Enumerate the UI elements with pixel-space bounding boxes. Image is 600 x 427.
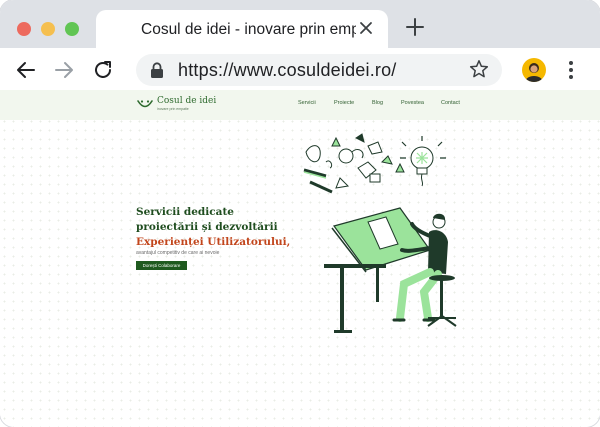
menu-icon[interactable] [566,60,576,80]
nav-servicii[interactable]: Servicii [298,100,316,106]
collaborate-button[interactable]: Dorești Colaborare [136,261,187,270]
tab-strip: Cosul de idei - inovare prin emp [0,0,600,48]
close-window-button[interactable] [17,22,31,36]
site-header: Cosul de idei inovare prin empatie Servi… [0,90,600,120]
logo-name: Cosul de idei [157,96,217,106]
browser-toolbar: https://www.cosuldeidei.ro/ [0,48,600,90]
web-page: Cosul de idei inovare prin empatie Servi… [0,90,600,427]
back-icon[interactable] [15,59,37,81]
basket-icon [137,98,153,110]
tab-active[interactable]: Cosul de idei - inovare prin emp [96,10,388,48]
close-icon[interactable] [356,18,376,38]
url-text[interactable]: https://www.cosuldeidei.ro/ [178,60,397,81]
designer-at-drafting-table-illustration [296,132,462,342]
avatar[interactable] [522,58,546,82]
hero-title-line-2: proiectării și dezvoltării [136,221,278,233]
nav-blog[interactable]: Blog [372,100,383,106]
reload-icon[interactable] [92,59,114,81]
hero-title-line-3: Experienței Utilizatorului, [136,236,291,248]
maximize-window-button[interactable] [65,22,79,36]
nav-contact[interactable]: Contact [441,100,460,106]
forward-icon[interactable] [53,59,75,81]
hero-title-line-1: Servicii dedicate [136,206,234,218]
browser-window: Cosul de idei - inovare prin emp https:/… [0,0,600,427]
minimize-window-button[interactable] [41,22,55,36]
star-icon[interactable] [469,59,489,79]
plus-icon[interactable] [404,16,426,38]
address-bar[interactable]: https://www.cosuldeidei.ro/ [136,54,502,86]
nav-povestea[interactable]: Povestea [401,100,424,106]
nav-proiecte[interactable]: Proiecte [334,100,354,106]
lock-icon[interactable] [150,62,164,78]
logo-tagline: inovare prin empatie [157,107,189,111]
tab-title: Cosul de idei - inovare prin emp [141,21,356,38]
hero-subtitle: avantajul competitiv de care ai nevoie [136,250,220,256]
